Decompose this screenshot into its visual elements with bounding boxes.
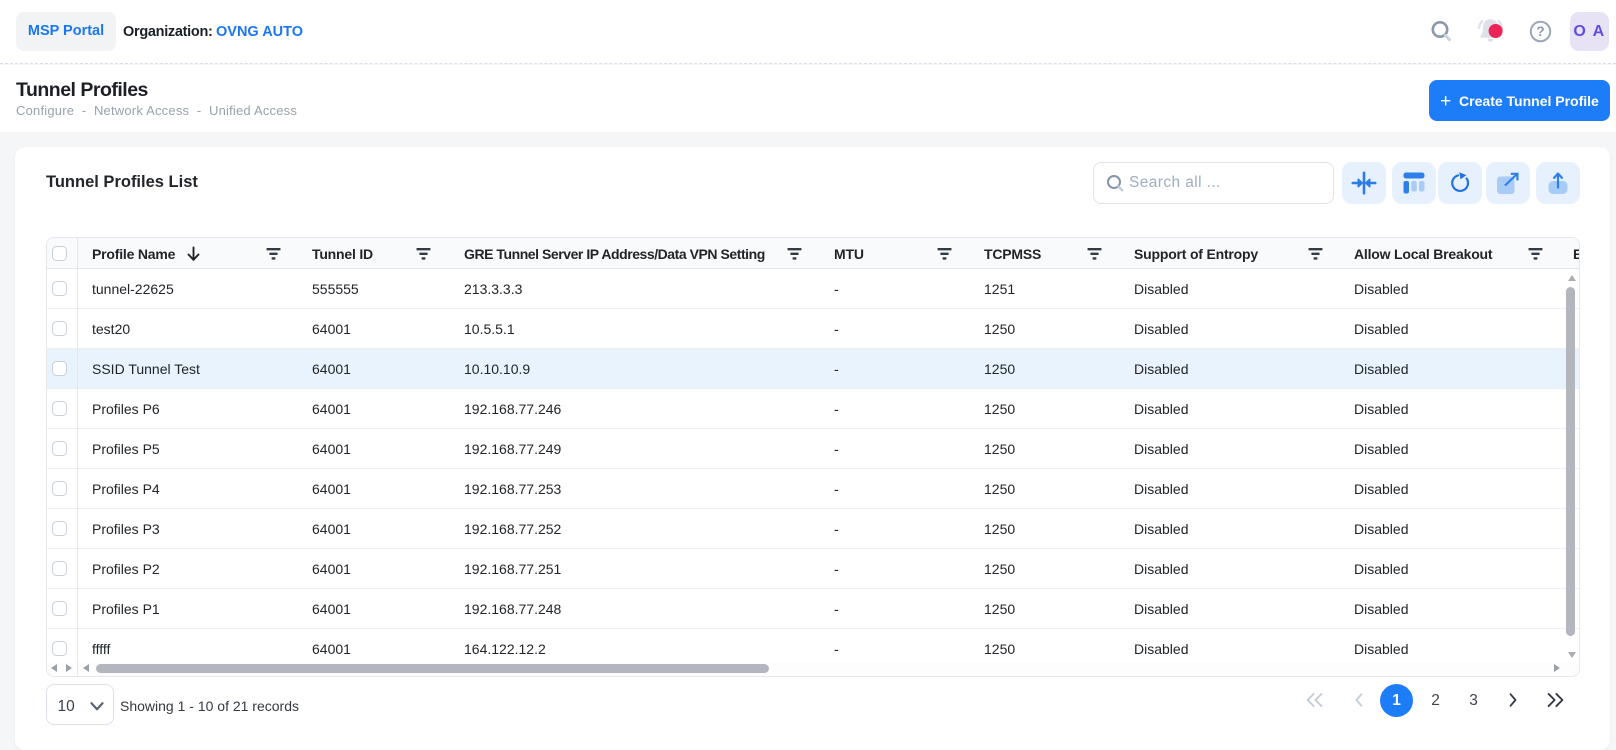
svg-text:?: ? <box>1536 24 1544 39</box>
